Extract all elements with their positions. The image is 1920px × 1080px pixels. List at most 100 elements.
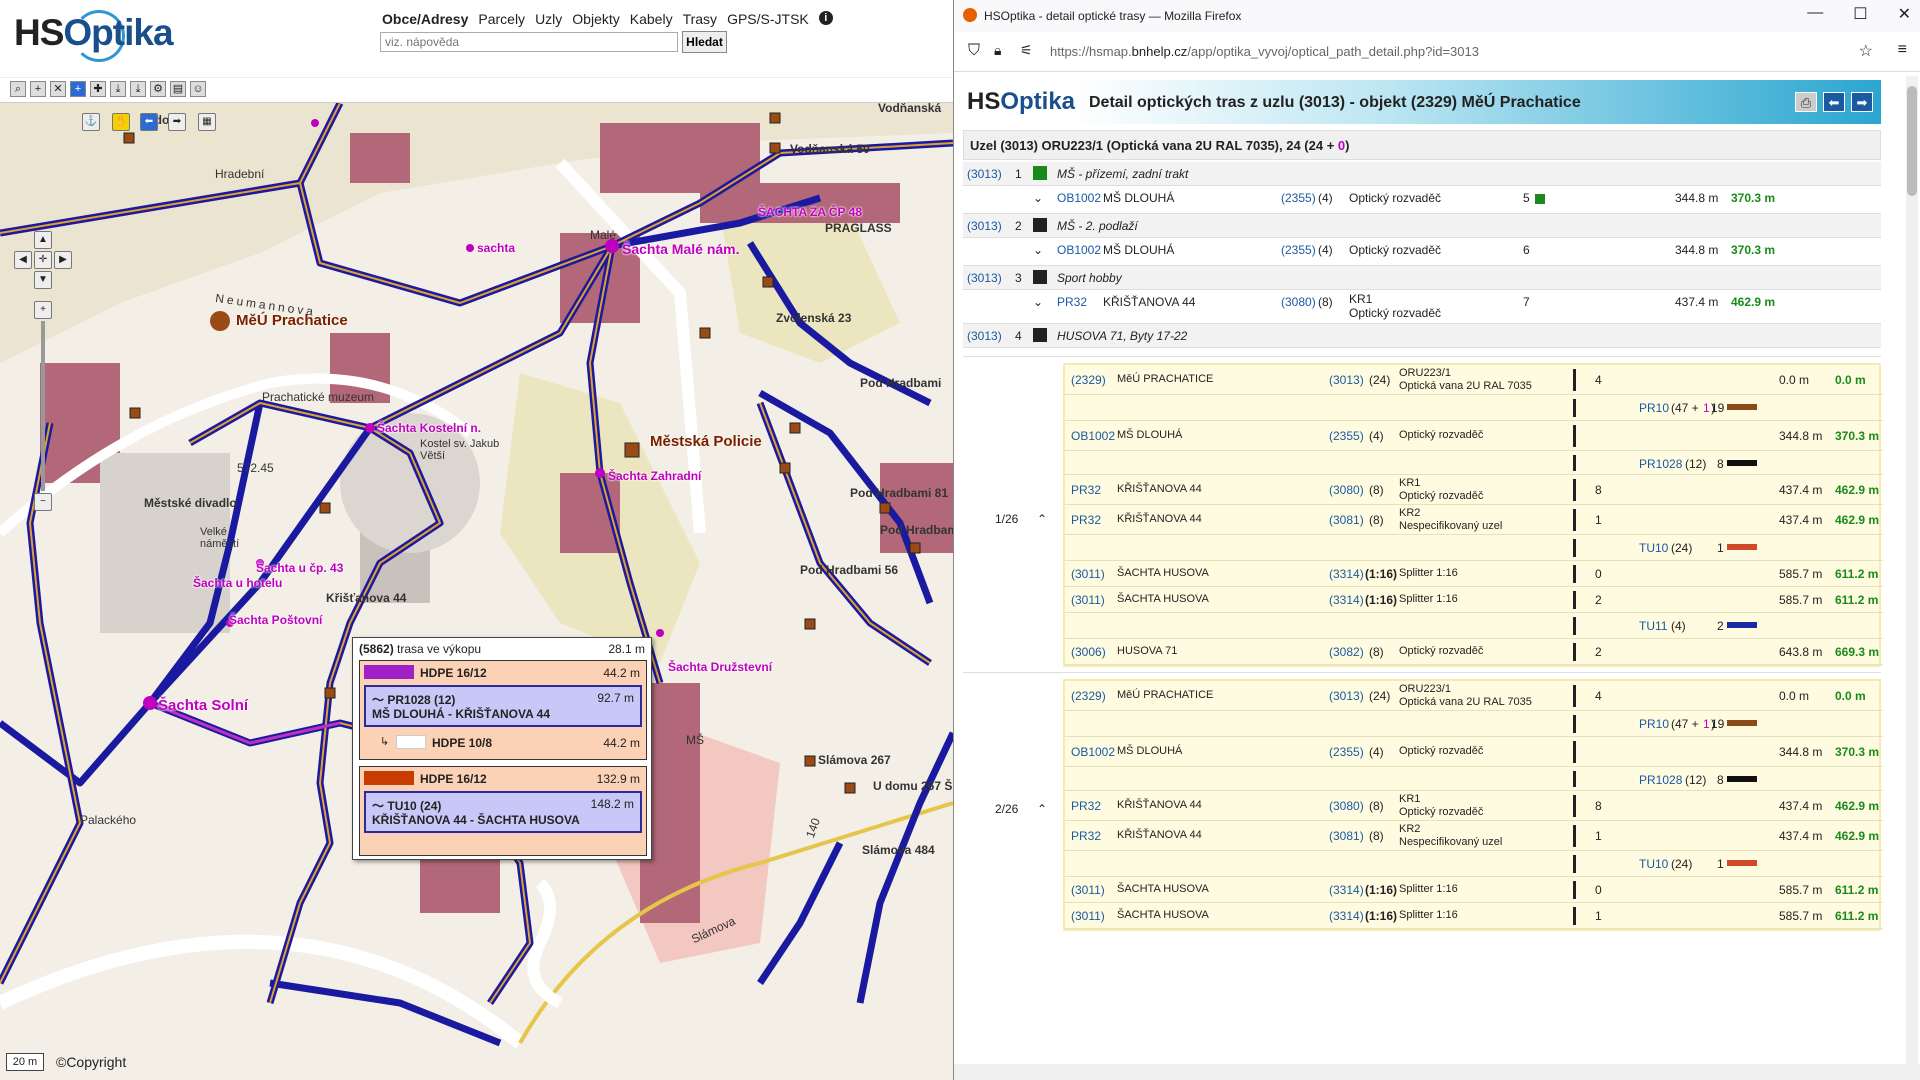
popup-cable-2[interactable]: 〜 TU10 (24) 148.2 m KŘIŠŤANOVA 44 - ŠACH… [364,791,642,833]
pan-down-icon[interactable]: ▼ [34,271,52,289]
chevron-down-icon[interactable]: ⌄ [1033,191,1043,205]
lock-icon[interactable]: 🔒︎ [994,42,1001,59]
node-link[interactable]: (3006) [1071,645,1106,659]
zoom-box-icon[interactable]: ⌕ [10,81,26,97]
back-arrow-icon[interactable]: ⬅ [1823,92,1845,112]
info-icon[interactable]: i [818,11,833,25]
pan-center-icon[interactable]: ✛ [34,251,52,269]
copyright[interactable]: ©Copyright [56,1054,126,1070]
menu-gps[interactable]: GPS/S-JTSK [727,11,809,27]
object-link[interactable]: (3081) [1329,513,1364,527]
object-link[interactable]: (3314) [1329,883,1364,897]
chevron-up-icon[interactable]: ⌃ [1037,802,1047,816]
anchor-icon[interactable]: ⚓ [82,113,100,131]
object-link[interactable]: (3013) [1329,689,1364,703]
add-icon[interactable]: + [30,81,46,97]
object-link[interactable]: (3314) [1329,909,1364,923]
zoom-in-icon[interactable]: + [34,301,52,319]
node-link[interactable]: PR32 [1071,799,1101,813]
node-link[interactable]: OB1002 [1071,429,1115,443]
layer-edit-icon[interactable]: ✚ [90,81,106,97]
node-link[interactable]: (3011) [1071,909,1105,923]
pan-up-icon[interactable]: ▲ [34,231,52,249]
cable-link[interactable]: PR10 [1639,717,1669,731]
node-link[interactable]: PR32 [1071,513,1101,527]
download-icon[interactable]: ⤓ [110,81,126,97]
shield-icon[interactable]: ⛉ [968,42,980,60]
group-node-link[interactable]: (3013) [967,271,1002,285]
object-link[interactable]: (3080) [1329,799,1364,813]
user-icon[interactable]: ☺ [190,81,206,97]
menu-obce[interactable]: Obce/Adresy [382,11,468,27]
node-link[interactable]: (3011) [1071,593,1105,607]
popup-cable-1[interactable]: 〜 PR1028 (12) 92.7 m MŠ DLOUHÁ - KŘIŠŤAN… [364,685,642,727]
download2-icon[interactable]: ⤓ [130,81,146,97]
object-link[interactable]: (3081) [1329,829,1364,843]
zoom-extent-icon[interactable]: ▦ [198,113,216,131]
cable-link[interactable]: PR10 [1639,401,1669,415]
zoom-slider[interactable] [41,321,45,491]
cable-link[interactable]: TU10 [1639,541,1668,555]
close-icon[interactable]: ✕ [1898,4,1911,24]
node-link[interactable]: PR32 [1071,483,1101,497]
object-link[interactable]: (2355) [1329,429,1364,443]
search-button[interactable]: Hledat [682,31,727,53]
node-link[interactable]: (3011) [1071,883,1105,897]
chevron-down-icon[interactable]: ⌄ [1033,295,1043,309]
menu-uzly[interactable]: Uzly [535,11,562,27]
route-code-link[interactable]: PR32 [1057,295,1087,309]
menu-icon[interactable]: ≡ [1898,41,1907,59]
search-input[interactable] [380,32,678,52]
route-ref-link[interactable]: (3080) [1281,295,1316,309]
map-canvas[interactable]: budova Vodňanská Vodňanská 50 Hradební s… [0,103,953,1050]
group-node-link[interactable]: (3013) [967,329,1002,343]
print-icon[interactable]: ⎙ [1795,92,1817,112]
node-link[interactable]: OB1002 [1071,745,1115,759]
bookmark-star-icon[interactable]: ☆ [1859,41,1873,61]
back-icon[interactable]: ⬅ [140,113,158,131]
chevron-up-icon[interactable]: ⌃ [1037,512,1047,526]
node-link[interactable]: PR32 [1071,829,1101,843]
cable-link[interactable]: PR1028 [1639,773,1682,787]
route-ref-link[interactable]: (2355) [1281,243,1316,257]
horizontal-scrollbar[interactable] [954,1064,1920,1080]
object-link[interactable]: (2355) [1329,745,1364,759]
popup-route-id[interactable]: (5862) [359,642,394,656]
chevron-down-icon[interactable]: ⌄ [1033,243,1043,257]
pan-hand-icon[interactable]: ✋ [112,113,130,131]
menu-parcely[interactable]: Parcely [478,11,525,27]
minimize-icon[interactable]: — [1807,4,1823,24]
layer-add-icon[interactable]: + [70,81,86,97]
forward-icon[interactable]: ➡ [168,113,186,131]
cable-link[interactable]: TU11 [1639,619,1667,633]
zoom-out-icon[interactable]: − [34,493,52,511]
pan-right-icon[interactable]: ▶ [54,251,72,269]
object-link[interactable]: (3314) [1329,567,1364,581]
menu-objekty[interactable]: Objekty [572,11,619,27]
cable-link[interactable]: TU10 [1639,857,1668,871]
cable-link[interactable]: PR1028 [1639,457,1682,471]
settings-icon[interactable]: ⚙ [150,81,166,97]
route-code-link[interactable]: OB1002 [1057,191,1101,205]
menu-trasy[interactable]: Trasy [683,11,717,27]
route-code-link[interactable]: OB1002 [1057,243,1101,257]
object-link[interactable]: (3082) [1329,645,1364,659]
node-link[interactable]: (2329) [1071,689,1106,703]
node-link[interactable]: (3011) [1071,567,1105,581]
node-link[interactable]: (2329) [1071,373,1106,387]
permissions-icon[interactable]: ⚟ [1020,42,1033,59]
print-icon[interactable]: ▤ [170,81,186,97]
route-ref-link[interactable]: (2355) [1281,191,1316,205]
pan-left-icon[interactable]: ◀ [14,251,32,269]
scrollbar[interactable] [1906,76,1918,1066]
group-node-link[interactable]: (3013) [967,167,1002,181]
remove-icon[interactable]: ✕ [50,81,66,97]
group-node-link[interactable]: (3013) [967,219,1002,233]
scrollbar-thumb[interactable] [1907,86,1917,196]
object-link[interactable]: (3314) [1329,593,1364,607]
object-link[interactable]: (3013) [1329,373,1364,387]
maximize-icon[interactable]: ☐ [1853,4,1867,24]
menu-kabely[interactable]: Kabely [630,11,673,27]
object-link[interactable]: (3080) [1329,483,1364,497]
url-field[interactable]: https://hsmap.bnhelp.cz/app/optika_vyvoj… [1050,44,1479,59]
